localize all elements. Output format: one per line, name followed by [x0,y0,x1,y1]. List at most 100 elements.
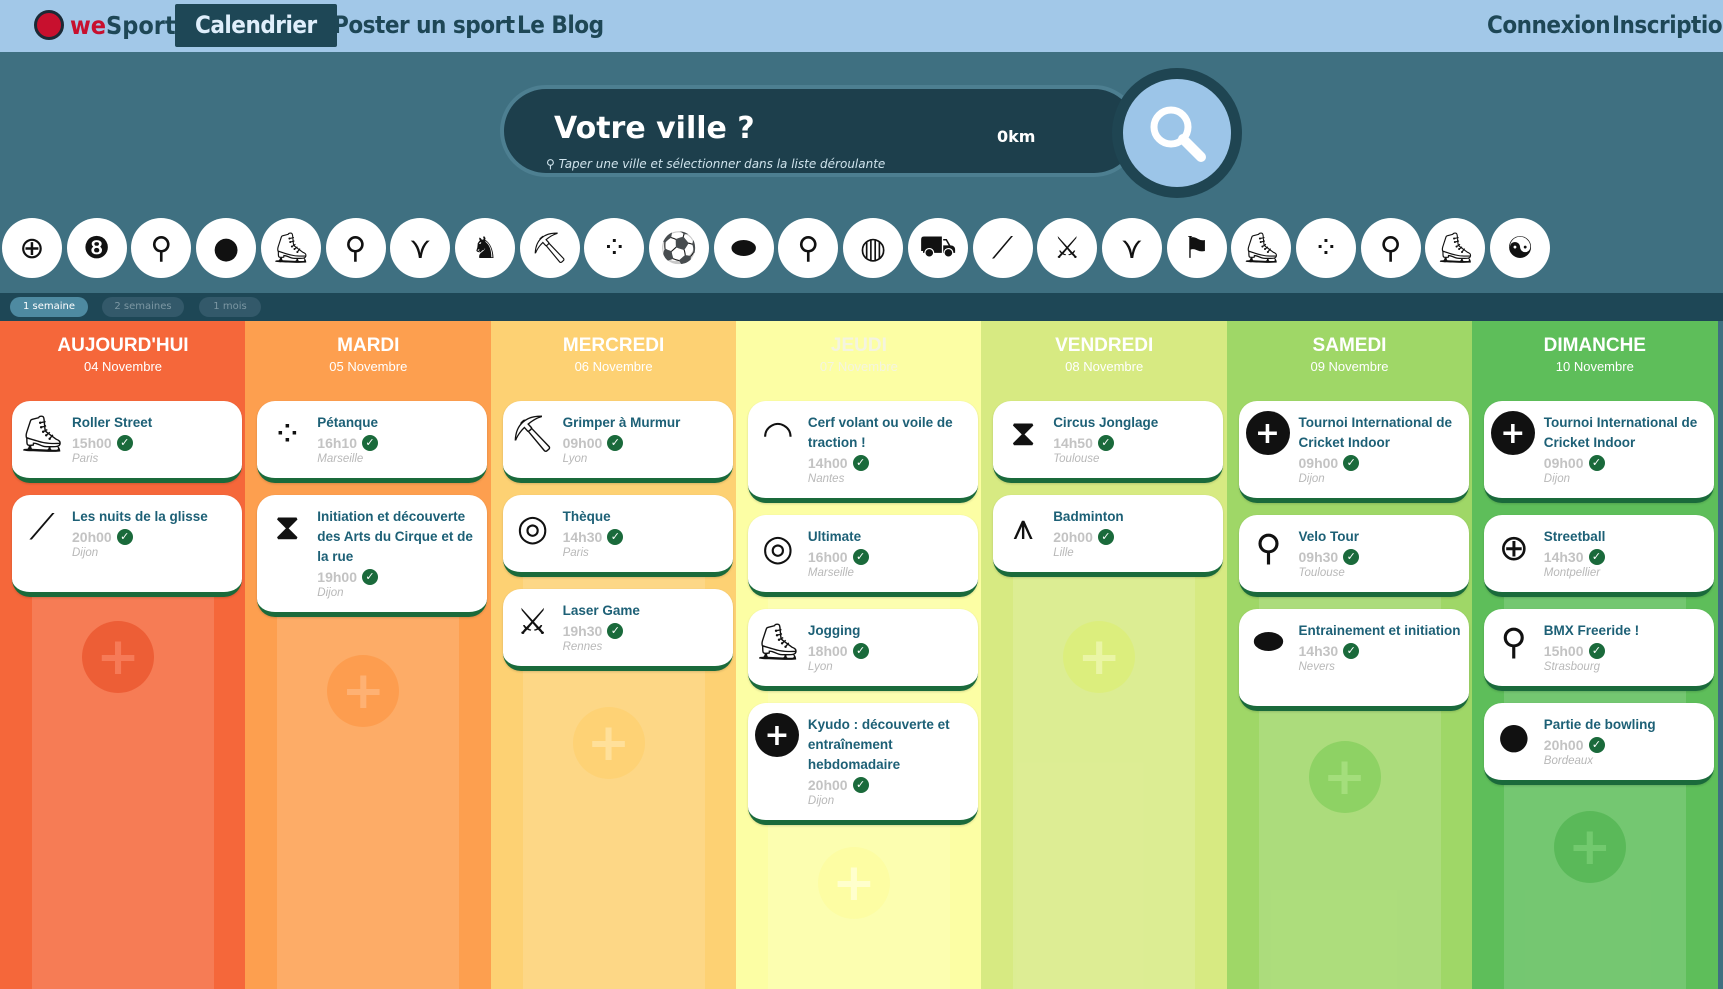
event-city: Paris [562,547,589,559]
event-time: 09h00 [1543,455,1584,471]
nav-poster-un-sport[interactable]: Poster un sport [333,4,515,47]
event-card[interactable]: ⛸ Jogging 18h00 ✓ Lyon [747,609,978,691]
event-card[interactable]: + Tournoi International de Cricket Indoor… [1483,401,1714,503]
sport-filter-horse-riding[interactable]: ♞ [454,218,515,278]
sport-filter-diving-fins[interactable]: ⋎ [390,218,451,278]
event-card[interactable]: ⚲ Velo Tour 09h30 ✓ Toulouse [1238,515,1469,597]
day-date: 09 Novembre [1310,359,1389,374]
event-time: 20h00 [72,529,112,545]
sport-filter-yin-yang[interactable]: ☯ [1490,218,1551,278]
sport-filter-fencing[interactable]: ⟋ [972,218,1033,278]
sport-filter-volleyball[interactable]: ◍ [843,218,904,278]
sport-filter-kart[interactable]: ⛟ [907,218,968,278]
add-event-button[interactable]: + [82,621,154,693]
petanque-icon: ⁘ [601,230,627,266]
cycling-icon: ⚲ [344,230,367,266]
event-card[interactable]: ⚲ BMX Freeride ! 15h00 ✓ Strasbourg [1483,609,1714,691]
add-event-button[interactable]: + [1063,621,1136,693]
plus-badge-icon: + [1490,411,1535,455]
event-time: 16h00 [807,549,848,565]
sport-filter-laser-game[interactable]: ⚔ [1037,218,1098,278]
event-title: Entrainement et initiation [1298,623,1461,638]
sport-filter-sneaker[interactable]: ⛸ [1425,218,1486,278]
sport-filter-climbing[interactable]: ⛏ [519,218,580,278]
check-icon: ✓ [1097,435,1114,451]
day-header: MARDI 05 Novembre [245,335,491,374]
horse-riding-icon: ♞ [471,230,499,266]
sport-filter-lollipop[interactable]: ⚲ [778,218,839,278]
sport-filter-soccer[interactable]: ⚽ [649,218,709,278]
login-link[interactable]: Connexion [1487,4,1611,47]
event-city: Dijon [317,587,344,599]
day-date: 05 Novembre [329,359,408,374]
event-title: Partie de bowling [1543,717,1656,732]
event-city: Dijon [1298,473,1325,485]
sport-filter-swim-fins[interactable]: ⋎ [1101,218,1162,278]
add-event-button[interactable]: + [327,655,400,727]
day-header: SAMEDI 09 Novembre [1227,335,1473,374]
event-card[interactable]: ⛏ Grimper à Murmur 09h00 ✓ Lyon [502,401,733,483]
add-event-button[interactable]: + [1553,811,1626,883]
event-title: Jogging [807,623,861,638]
add-event-button[interactable]: + [1308,741,1381,813]
sport-filter-rugby[interactable]: ⬬ [713,218,774,278]
event-card[interactable]: ⁘ Pétanque 16h10 ✓ Marseille [257,401,488,483]
event-time: 16h10 [317,435,357,451]
event-card[interactable]: ⬬ Entrainement et initiation 14h30 ✓ Nevers [1238,609,1469,711]
search-button[interactable] [1112,68,1242,198]
sport-filter-cycling[interactable]: ⚲ [325,218,386,278]
period-1-month[interactable]: 1 mois [199,297,261,317]
event-card[interactable]: ● Partie de bowling 20h00 ✓ Bordeaux [1483,703,1714,785]
sport-filter-billiard-8-ball[interactable]: ❽ [66,218,127,278]
event-card[interactable]: ◠ Cerf volant ou voile de traction ! 14h00… [747,401,978,503]
add-event-button[interactable]: + [572,707,645,779]
distance-radius[interactable]: 0km [997,127,1035,146]
event-title: Grimper à Murmur [562,415,681,430]
event-card[interactable]: + Tournoi International de Cricket Indoor… [1238,401,1469,503]
event-card[interactable]: ⧗ Initiation et découverte des Arts du Ci… [257,495,488,617]
event-time: 09h00 [1298,455,1339,471]
signup-link[interactable]: Inscription [1612,4,1723,47]
bicycle-icon: ⚲ [1255,527,1282,569]
day-date: 07 Novembre [819,359,898,374]
sport-filter-table-tennis[interactable]: ⚲ [1360,218,1421,278]
sport-filter-petanque[interactable]: ⁘ [584,218,645,278]
event-card[interactable]: ⟋ Les nuits de la glisse 20h00 ✓ Dijon [12,495,242,597]
event-card[interactable]: ⚔ Laser Game 19h30 ✓ Rennes [502,589,733,671]
sport-filter-juggling-balls[interactable]: ⁘ [1296,218,1356,278]
sport-filter-ice-skate[interactable]: ⛸ [1231,218,1292,278]
city-search: Votre ville ? ⚲ Taper une ville et sélec… [500,68,1242,198]
check-icon: ✓ [1097,529,1114,545]
event-card[interactable]: + Kyudo : découverte et entraînement hebd… [747,703,978,825]
logo[interactable]: weSport [34,10,176,40]
top-navbar: weSport Calendrier Poster un sport Le Bl… [0,0,1723,52]
sport-filter-running-shoe[interactable]: ⛸ [260,218,321,278]
add-event-button[interactable]: + [817,847,890,919]
nav-le-blog[interactable]: Le Blog [517,4,604,47]
event-card[interactable]: ⊕ Streetball 14h30 ✓ Montpellier [1483,515,1714,597]
day-name: DIMANCHE [1543,335,1646,356]
event-card[interactable]: ◎ Thèque 14h30 ✓ Paris [502,495,733,577]
day-header: JEUDI 07 Novembre [736,335,982,374]
event-card[interactable]: ⛸ Roller Street 15h00 ✓ Paris [12,401,242,483]
period-1-week[interactable]: 1 semaine [10,297,88,317]
event-card[interactable]: ⧗ Circus Jonglage 14h50 ✓ Toulouse [993,401,1224,483]
sport-filter-bmx[interactable]: ⚲ [131,218,192,278]
basketball-icon: ⊕ [19,230,45,266]
nav-calendrier[interactable]: Calendrier [175,4,337,47]
sport-filter-basketball[interactable]: ⊕ [2,218,62,278]
day-header: DIMANCHE 10 Novembre [1472,335,1718,374]
event-title: Les nuits de la glisse [72,509,208,524]
event-city: Nantes [807,473,845,485]
check-icon: ✓ [1588,643,1605,659]
day-header: VENDREDI 08 Novembre [981,335,1227,374]
event-card[interactable]: ◎ Ultimate 16h00 ✓ Marseille [747,515,978,597]
sport-filter-kitesurf[interactable]: ⚑ [1166,218,1227,278]
event-card[interactable]: ⩚ Badminton 20h00 ✓ Lille [993,495,1224,577]
period-2-weeks[interactable]: 2 semaines [102,297,184,317]
event-city: Marseille [317,453,364,465]
day-name: VENDREDI [1055,335,1154,356]
sport-filter-bowling[interactable]: ● [196,218,257,278]
search-input[interactable]: Votre ville ? ⚲ Taper une ville et sélec… [500,85,1140,177]
day-name: MERCREDI [562,335,665,356]
